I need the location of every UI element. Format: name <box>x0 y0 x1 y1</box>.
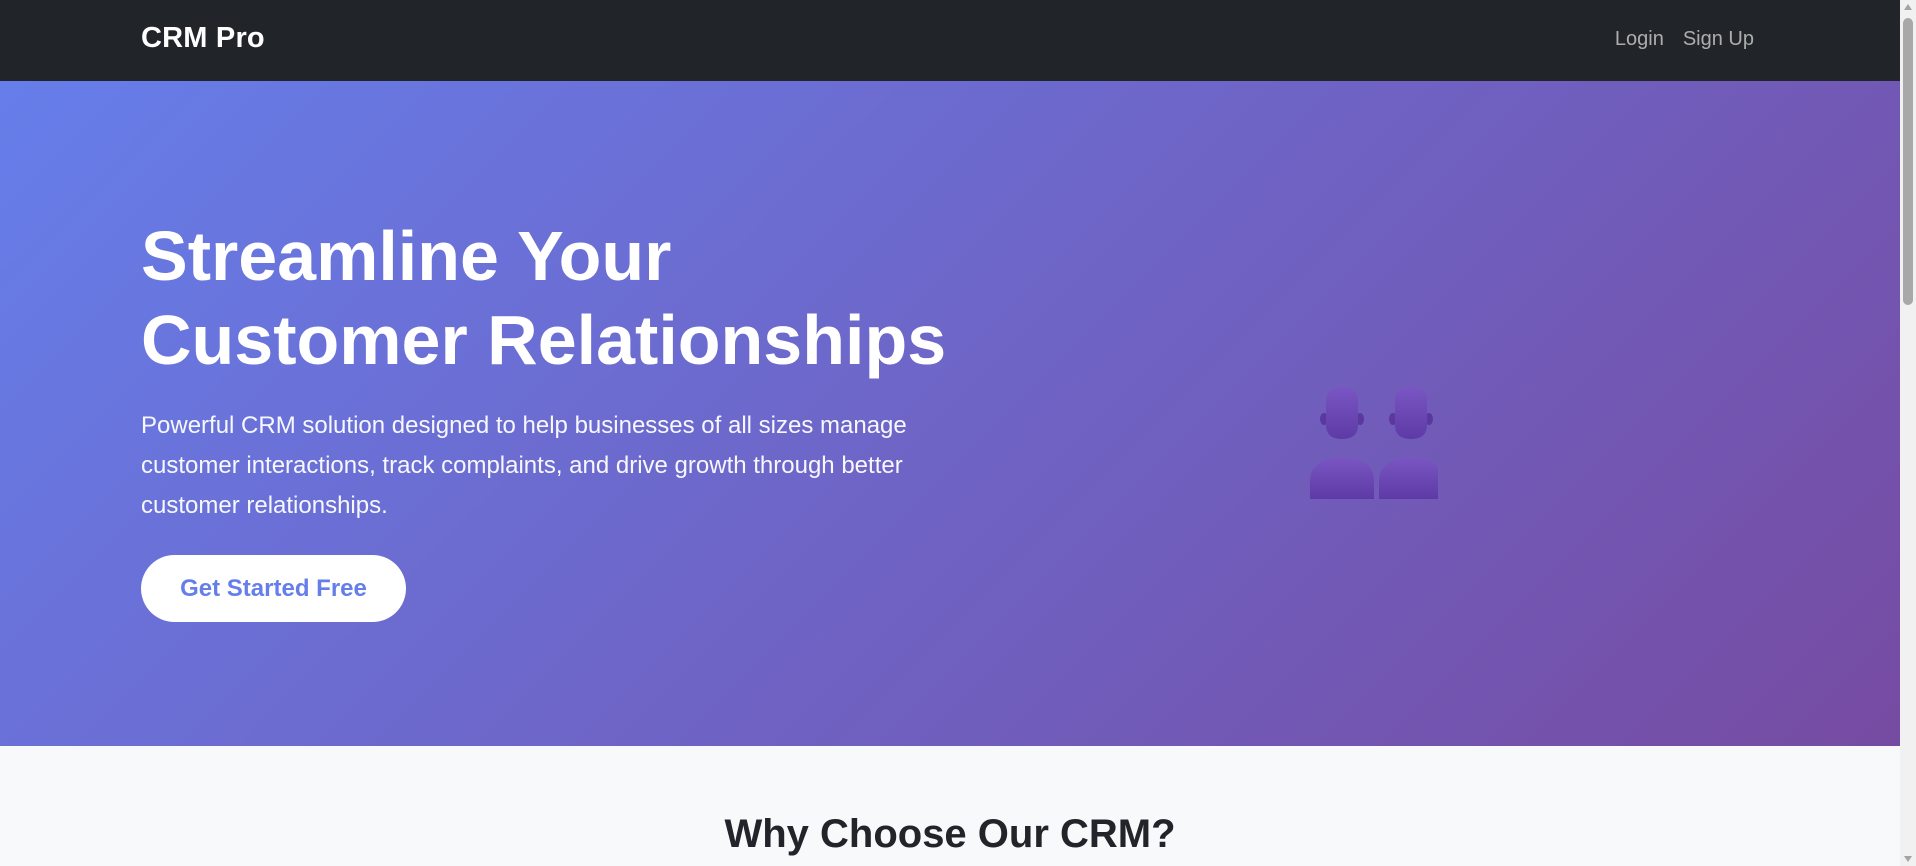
hero-title-line-2: Customer Relationships <box>141 301 947 379</box>
features-section: Why Choose Our CRM? <box>0 746 1900 866</box>
features-title: Why Choose Our CRM? <box>724 812 1176 856</box>
top-navbar: CRM Pro Login Sign Up <box>0 0 1900 81</box>
login-link[interactable]: Login <box>1615 28 1664 51</box>
page-scrollbar[interactable] <box>1900 0 1916 866</box>
person-right <box>1379 387 1438 499</box>
hero-description: Powerful CRM solution designed to help b… <box>141 412 907 519</box>
signup-link[interactable]: Sign Up <box>1683 28 1754 51</box>
person-left <box>1310 387 1374 499</box>
get-started-button[interactable]: Get Started Free <box>141 555 406 622</box>
scroll-thumb[interactable] <box>1903 18 1913 305</box>
hero-section: Streamline Your Customer Relationships P… <box>0 81 1900 746</box>
hero-title-line-1: Streamline Your <box>141 217 672 295</box>
brand-logo[interactable]: CRM Pro <box>141 22 265 55</box>
scroll-down-arrow-icon[interactable] <box>1904 856 1912 862</box>
people-icon <box>1310 387 1438 499</box>
nav-links: Login Sign Up <box>1615 28 1754 51</box>
page: CRM Pro Login Sign Up Streamline Your Cu… <box>0 0 1900 866</box>
scroll-up-arrow-icon[interactable] <box>1904 4 1912 10</box>
hero-title: Streamline Your Customer Relationships <box>141 214 961 382</box>
